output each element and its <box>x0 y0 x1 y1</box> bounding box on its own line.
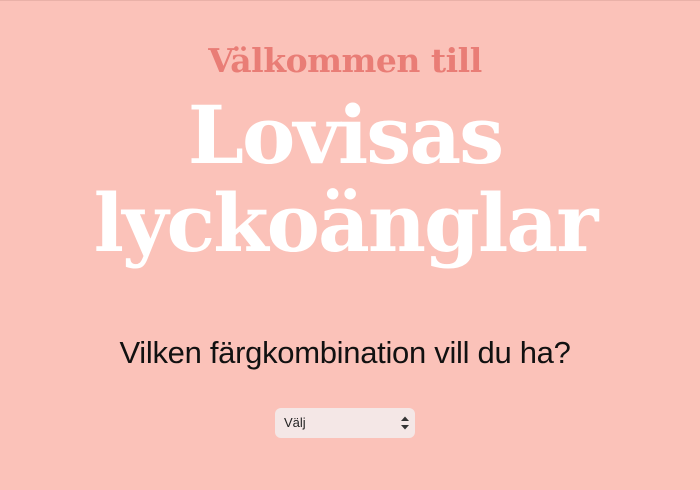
welcome-heading: Välkommen till <box>208 41 482 80</box>
color-combination-question: Vilken färgkombination vill du ha? <box>119 335 571 370</box>
color-combination-select[interactable]: Välj <box>275 408 415 438</box>
site-title-line2: lyckoänglar <box>93 176 599 270</box>
site-title-line1: Lovisas <box>187 88 504 182</box>
select-arrows-icon <box>401 416 409 430</box>
select-value: Välj <box>284 415 306 430</box>
landing-page: Välkommen till Lovisas lyckoänglar Vilke… <box>0 0 700 490</box>
